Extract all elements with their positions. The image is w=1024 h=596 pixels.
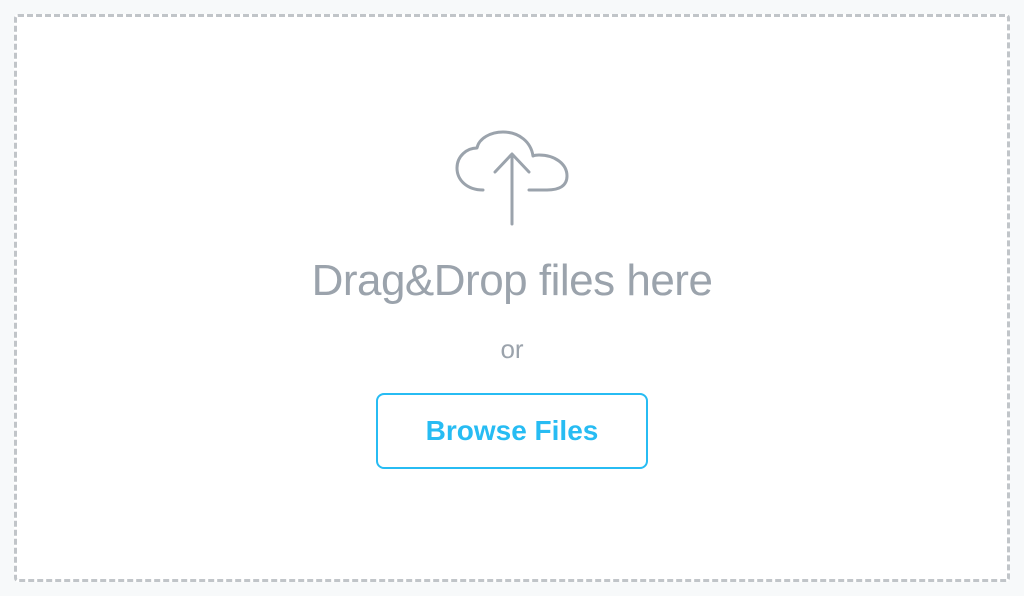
cloud-upload-icon [447,128,577,228]
file-dropzone[interactable]: Drag&Drop files here or Browse Files [14,14,1010,582]
drag-drop-label: Drag&Drop files here [312,256,713,306]
separator-label: or [500,334,523,365]
browse-files-button[interactable]: Browse Files [376,393,649,469]
